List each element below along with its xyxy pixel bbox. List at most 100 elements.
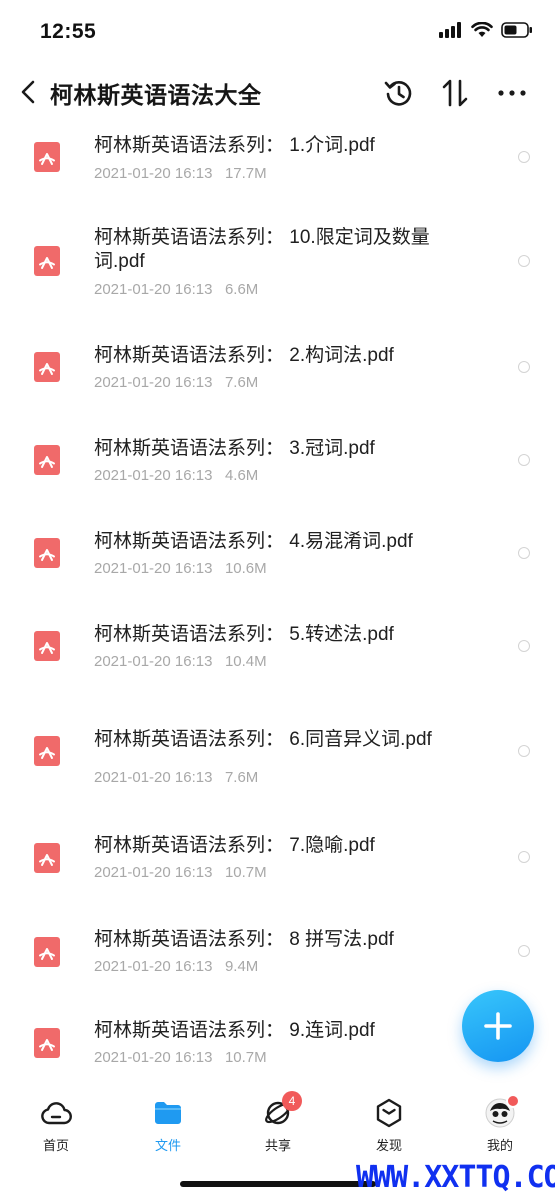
top-nav-bar: 柯林斯英语语法大全 [0, 64, 555, 124]
pdf-file-icon [34, 843, 60, 873]
file-row[interactable]: 柯林斯英语语法系列： 3.冠词.pdf 2021-01-20 16:13 4.6… [0, 426, 555, 519]
history-button[interactable] [380, 74, 418, 112]
pdf-file-icon [34, 937, 60, 967]
file-name: 柯林斯英语语法系列： 7.隐喻.pdf [94, 835, 375, 856]
file-date: 2021-01-20 16:13 [94, 560, 213, 577]
file-meta: 2021-01-20 16:13 7.6M [94, 769, 258, 786]
tab-label: 共享 [264, 1138, 291, 1153]
pdf-file-icon [34, 352, 60, 382]
select-radio[interactable] [518, 361, 530, 373]
file-size: 10.7M [224, 1049, 267, 1066]
file-meta: 2021-01-20 16:13 17.7M [94, 165, 267, 182]
watermark-text: WWW.XXTTQ.COM [356, 1160, 555, 1195]
cellular-signal-icon [439, 22, 461, 38]
pdf-file-icon [34, 538, 60, 568]
file-row[interactable]: 柯林斯英语语法系列： 6.同音异义词.pdf 2021-01-20 16:13 … [0, 706, 555, 824]
folder-icon [155, 1102, 181, 1124]
file-row[interactable]: 柯林斯英语语法系列： 1.介词.pdf 2021-01-20 16:13 17.… [0, 124, 555, 216]
cloud-home-icon-wrap [39, 1096, 73, 1130]
file-meta: 2021-01-20 16:13 10.7M [94, 1049, 267, 1066]
chevron-left-icon [21, 80, 35, 104]
file-date: 2021-01-20 16:13 [94, 653, 213, 670]
hexagon-discover-icon [376, 1098, 402, 1128]
hexagon-discover-icon-wrap [372, 1096, 406, 1130]
sort-button[interactable] [436, 74, 474, 112]
tab-home[interactable]: 首页 [16, 1096, 96, 1156]
pdf-file-icon [34, 246, 60, 276]
file-name: 柯林斯英语语法系列： 3.冠词.pdf [94, 438, 375, 459]
file-date: 2021-01-20 16:13 [94, 281, 213, 298]
status-icons [439, 22, 533, 38]
select-radio[interactable] [518, 945, 530, 957]
select-radio[interactable] [518, 851, 530, 863]
file-size: 7.6M [224, 769, 259, 786]
file-size: 10.6M [224, 560, 267, 577]
file-size: 7.6M [224, 374, 259, 391]
status-bar: 12:55 [0, 0, 555, 64]
home-indicator[interactable] [180, 1181, 376, 1187]
add-button[interactable] [462, 990, 534, 1062]
tab-discover[interactable]: 发现 [349, 1096, 429, 1156]
tab-label: 文件 [154, 1138, 181, 1153]
select-radio[interactable] [518, 547, 530, 559]
select-radio[interactable] [518, 255, 530, 267]
file-row[interactable]: 柯林斯英语语法系列： 2.构词法.pdf 2021-01-20 16:13 7.… [0, 334, 555, 426]
pdf-file-icon [34, 1028, 60, 1058]
file-size: 9.4M [224, 958, 259, 975]
file-name: 柯林斯英语语法系列： 4.易混淆词.pdf [94, 531, 413, 552]
file-meta: 2021-01-20 16:13 10.7M [94, 864, 267, 881]
more-button[interactable] [493, 74, 531, 112]
file-row[interactable]: 柯林斯英语语法系列： 4.易混淆词.pdf 2021-01-20 16:13 1… [0, 519, 555, 612]
notification-dot [506, 1094, 520, 1108]
file-name: 柯林斯英语语法系列： 2.构词法.pdf [94, 345, 394, 366]
pdf-file-icon [34, 445, 60, 475]
file-name: 柯林斯英语语法系列： 1.介词.pdf [94, 135, 375, 156]
file-row[interactable]: 柯林斯英语语法系列： 10.限定词及数量词.pdf 2021-01-20 16:… [0, 216, 555, 334]
history-icon [384, 81, 412, 106]
file-date: 2021-01-20 16:13 [94, 467, 213, 484]
file-meta: 2021-01-20 16:13 7.6M [94, 374, 258, 391]
file-list: 柯林斯英语语法系列： 1.介词.pdf 2021-01-20 16:13 17.… [0, 124, 555, 1084]
avatar-icon-wrap [483, 1094, 520, 1130]
tab-files[interactable]: 文件 [128, 1096, 208, 1156]
pdf-file-icon [34, 142, 60, 172]
page-title: 柯林斯英语语法大全 [50, 82, 262, 108]
file-row[interactable]: 柯林斯英语语法系列： 7.隐喻.pdf 2021-01-20 16:13 10.… [0, 824, 555, 918]
file-size: 6.6M [224, 281, 259, 298]
folder-icon-wrap [151, 1096, 185, 1130]
tab-label: 发现 [375, 1138, 402, 1153]
file-name: 柯林斯英语语法系列： 6.同音异义词.pdf [94, 729, 432, 750]
file-date: 2021-01-20 16:13 [94, 958, 213, 975]
file-date: 2021-01-20 16:13 [94, 374, 213, 391]
file-meta: 2021-01-20 16:13 10.6M [94, 560, 267, 577]
tab-label: 首页 [42, 1138, 69, 1153]
file-date: 2021-01-20 16:13 [94, 1049, 213, 1066]
select-radio[interactable] [518, 454, 530, 466]
select-radio[interactable] [518, 151, 530, 163]
file-date: 2021-01-20 16:13 [94, 864, 213, 881]
orbit-share-icon-wrap: 4 [261, 1091, 302, 1130]
battery-icon [501, 22, 532, 38]
tab-share[interactable]: 4 共享 [238, 1091, 318, 1156]
tab-profile[interactable]: 我的 [460, 1094, 540, 1156]
notification-badge: 4 [282, 1091, 302, 1111]
sort-arrows-icon [442, 79, 468, 107]
file-size: 4.6M [224, 467, 259, 484]
more-dots-icon [498, 90, 526, 96]
select-radio[interactable] [518, 745, 530, 757]
file-size: 17.7M [224, 165, 267, 182]
file-name: 柯林斯英语语法系列： 5.转述法.pdf [94, 624, 394, 645]
file-row[interactable]: 柯林斯英语语法系列： 5.转述法.pdf 2021-01-20 16:13 10… [0, 612, 555, 706]
back-button[interactable] [12, 74, 44, 110]
file-row[interactable]: 柯林斯英语语法系列： 8 拼写法.pdf 2021-01-20 16:13 9.… [0, 918, 555, 1011]
file-meta: 2021-01-20 16:13 9.4M [94, 958, 258, 975]
file-name: 柯林斯英语语法系列： 8 拼写法.pdf [94, 929, 394, 950]
file-size: 10.7M [224, 864, 267, 881]
file-name: 柯林斯英语语法系列： 10.限定词及数量词.pdf [94, 227, 430, 272]
pdf-file-icon [34, 736, 60, 766]
file-size: 10.4M [224, 653, 267, 670]
file-date: 2021-01-20 16:13 [94, 769, 213, 786]
plus-icon [484, 1012, 512, 1040]
wifi-icon [471, 22, 493, 37]
select-radio[interactable] [518, 640, 530, 652]
